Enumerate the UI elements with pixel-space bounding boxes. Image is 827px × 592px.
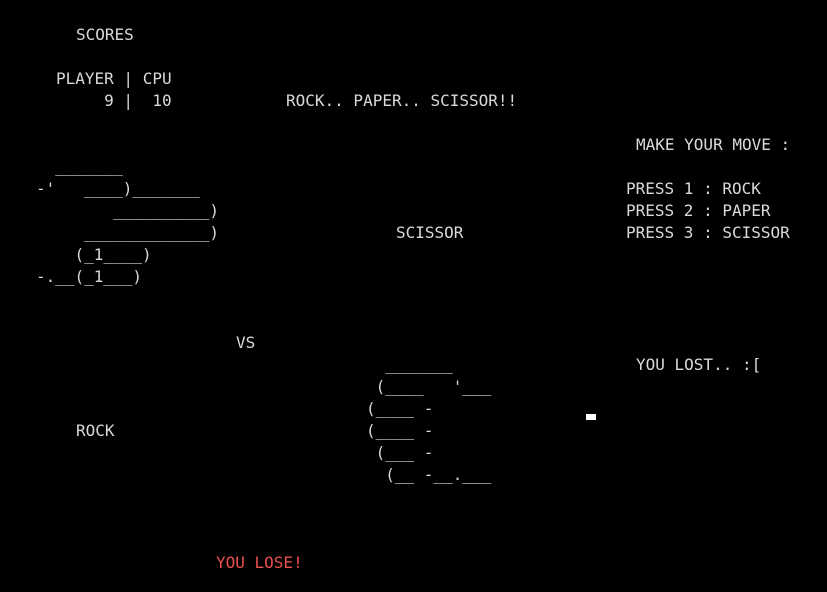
- result-banner: YOU LOSE!: [216, 553, 303, 572]
- scores-header-row: PLAYER | CPU: [56, 69, 172, 88]
- terminal-screen: SCORES PLAYER | CPU 9 | 10 ROCK.. PAPER.…: [0, 0, 827, 592]
- scores-values-row: 9 | 10: [56, 91, 172, 110]
- game-title: ROCK.. PAPER.. SCISSOR!!: [286, 91, 518, 110]
- instruction-scissor: PRESS 3 : SCISSOR: [626, 223, 790, 242]
- cpu-choice-label: SCISSOR: [396, 223, 464, 242]
- status-message: YOU LOST.. :[: [636, 355, 762, 374]
- cpu-hand-art: _______ (____ '___ (____ - (____ - (___ …: [366, 355, 492, 484]
- instructions-heading: MAKE YOUR MOVE :: [636, 135, 791, 154]
- scores-heading: SCORES: [76, 25, 134, 44]
- versus-label: VS: [236, 333, 256, 352]
- player-choice-label: ROCK: [76, 421, 115, 440]
- instruction-rock: PRESS 1 : ROCK: [626, 179, 761, 198]
- text-cursor[interactable]: [586, 414, 596, 420]
- player-hand-art: _______ -' ____)_______ __________) ____…: [36, 157, 220, 286]
- instruction-paper: PRESS 2 : PAPER: [626, 201, 771, 220]
